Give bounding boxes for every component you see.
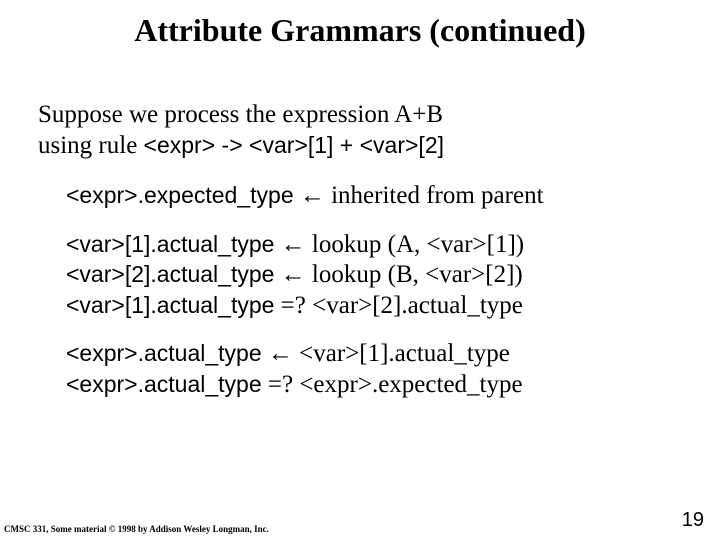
rule-1-line-1: <expr>.expected_type ← inherited from pa… [66, 181, 685, 212]
intro-paragraph: Suppose we process the expression A+B us… [38, 100, 685, 161]
slide-body: Suppose we process the expression A+B us… [0, 55, 720, 400]
rule-2-line-3-lhs: <var>[1].actual_type [66, 292, 274, 318]
intro-line-2: using rule <expr> -> <var>[1] + <var>[2] [38, 131, 685, 162]
page-number: 19 [682, 509, 704, 532]
rule-2-line-2: <var>[2].actual_type ← lookup (B, <var>[… [66, 260, 685, 291]
rule-2-line-3-rhs: =? <var>[2].actual_type [274, 292, 522, 319]
rule-3-line-2: <expr>.actual_type =? <expr>.expected_ty… [66, 370, 685, 401]
rule-3-line-1: <expr>.actual_type ← <var>[1].actual_typ… [66, 339, 685, 370]
rule-2-line-1-lhs: <var>[1].actual_type [66, 231, 274, 257]
rule-1-line-1-rhs: ← inherited from parent [294, 182, 544, 209]
rule-2-line-2-rhs: ← lookup (B, <var>[2]) [274, 261, 522, 288]
rule-3-line-2-rhs: =? <expr>.expected_type [262, 371, 523, 398]
rule-2-line-1: <var>[1].actual_type ← lookup (A, <var>[… [66, 230, 685, 261]
rule-1-line-1-lhs: <expr>.expected_type [66, 182, 294, 208]
slide: Attribute Grammars (continued) Suppose w… [0, 0, 720, 540]
rule-block-3: <expr>.actual_type ← <var>[1].actual_typ… [66, 339, 685, 400]
intro-line-2-code: <expr> -> <var>[1] + <var>[2] [144, 132, 444, 158]
rule-2-line-2-lhs: <var>[2].actual_type [66, 261, 274, 287]
rule-3-line-1-lhs: <expr>.actual_type [66, 340, 262, 366]
slide-title: Attribute Grammars (continued) [0, 0, 720, 55]
rule-block-1: <expr>.expected_type ← inherited from pa… [66, 181, 685, 212]
rule-2-line-3: <var>[1].actual_type =? <var>[2].actual_… [66, 291, 685, 322]
intro-line-2-text: using rule [38, 132, 144, 159]
rule-block-2: <var>[1].actual_type ← lookup (A, <var>[… [66, 230, 685, 322]
rule-3-line-2-lhs: <expr>.actual_type [66, 371, 262, 397]
intro-line-1: Suppose we process the expression A+B [38, 100, 685, 131]
footer-text: CMSC 331, Some material © 1998 by Addiso… [4, 524, 269, 534]
rule-2-line-1-rhs: ← lookup (A, <var>[1]) [274, 231, 524, 258]
rule-3-line-1-rhs: ← <var>[1].actual_type [262, 340, 510, 367]
